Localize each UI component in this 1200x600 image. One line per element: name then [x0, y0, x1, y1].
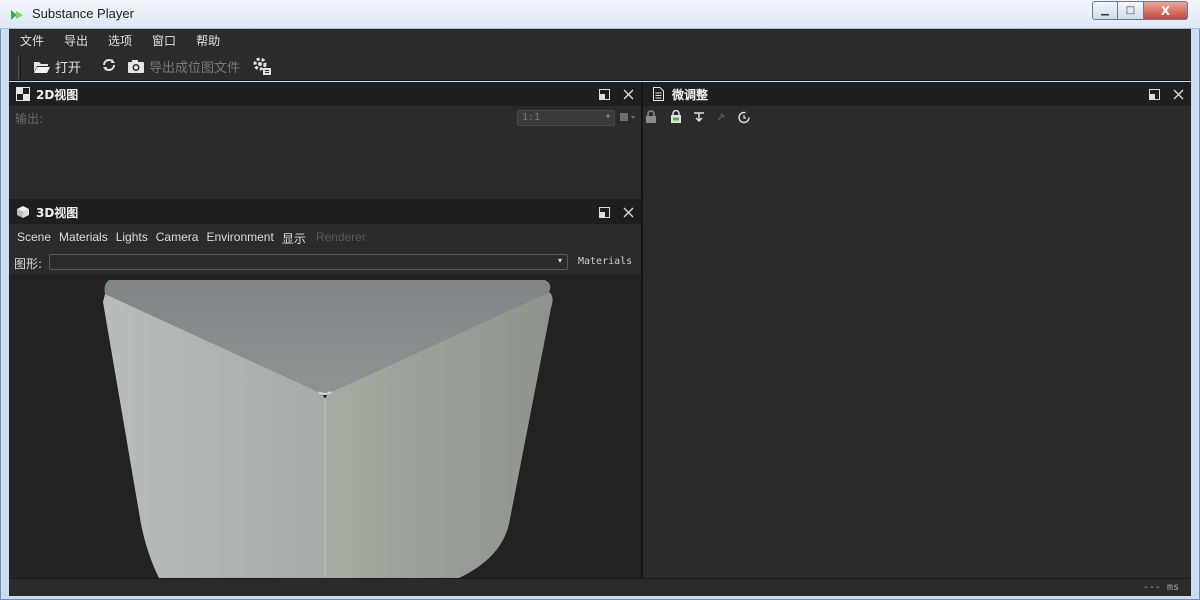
shape-label: 图形: [14, 257, 43, 271]
reset-icon[interactable] [737, 110, 751, 124]
gear-settings-icon [253, 57, 271, 75]
panel-tweaks-title: 微调整 [672, 87, 709, 102]
chevron-down-icon: ▾ [557, 256, 562, 265]
export-bitmap-button[interactable]: 导出成位图文件 [127, 57, 240, 76]
title-bar[interactable]: Substance Player ▁ □ X [0, 0, 1200, 29]
float-window-icon [598, 206, 610, 218]
panel-3d-header[interactable]: 3D视图 [9, 200, 641, 224]
shape-select[interactable]: ▾ [49, 254, 568, 270]
panel-tweaks-close-button[interactable] [1171, 87, 1185, 101]
settings-button[interactable] [251, 55, 273, 77]
2d-view-icon [16, 87, 30, 101]
float-window-icon [1148, 88, 1160, 100]
chevron-down-icon: ▾ [605, 112, 610, 121]
render-time-readout: --- ms [1142, 582, 1179, 593]
folder-open-icon [34, 61, 50, 73]
menu-renderer[interactable]: Renderer [316, 230, 366, 247]
app-logo-icon [11, 10, 23, 20]
document-icon [653, 87, 664, 101]
channel-dropdown-icon[interactable] [619, 112, 637, 124]
toolbar-grip[interactable] [18, 55, 21, 79]
maximize-icon: □ [1125, 5, 1136, 16]
close-icon: X [1160, 3, 1171, 18]
menu-camera[interactable]: Camera [156, 230, 199, 247]
zoom-select-value: 1:1 [522, 112, 541, 123]
refresh-icon [103, 59, 115, 71]
panel-3d-title: 3D视图 [36, 205, 79, 220]
close-icon [1173, 89, 1183, 99]
menu-display[interactable]: 显示 [282, 230, 306, 247]
close-icon [623, 207, 633, 217]
workspace: 2D视图 输出: 1:1 ▾ 3D视图 Scene Materials Ligh… [9, 82, 1191, 578]
minimize-icon: ▁ [1101, 5, 1109, 16]
menu-lights[interactable]: Lights [116, 230, 148, 247]
3d-viewport[interactable] [9, 274, 641, 578]
menu-environment[interactable]: Environment [206, 230, 273, 247]
panel-2d-title: 2D视图 [36, 87, 79, 102]
panel-tweaks-header[interactable]: 微调整 [643, 82, 1191, 106]
open-button-label: 打开 [55, 61, 82, 76]
camera-icon [128, 60, 144, 73]
panel-tweaks-body [643, 106, 1191, 578]
panel-2d-header[interactable]: 2D视图 [9, 82, 641, 106]
pin-icon[interactable] [715, 111, 727, 123]
panel-2d-close-button[interactable] [621, 87, 635, 101]
lock-icon[interactable] [645, 110, 657, 124]
float-window-icon [598, 88, 610, 100]
panel-2d-body: 输出: 1:1 ▾ [9, 106, 641, 199]
refresh-button[interactable] [101, 57, 117, 73]
panel-3d-float-button[interactable] [597, 205, 611, 219]
export-bitmap-label: 导出成位图文件 [149, 61, 241, 76]
panel-3d-controls: Scene Materials Lights Camera Environmen… [9, 224, 641, 274]
window-title: Substance Player [32, 6, 134, 21]
panel-2d-float-button[interactable] [597, 87, 611, 101]
panel-3d-menu: Scene Materials Lights Camera Environmen… [17, 230, 366, 247]
3d-cube-icon [17, 206, 29, 218]
pin-arrow-icon[interactable] [693, 110, 705, 124]
panel-3d-close-button[interactable] [621, 205, 635, 219]
menu-options[interactable]: 选项 [108, 32, 132, 49]
menu-file[interactable]: 文件 [20, 32, 44, 49]
cube-preview [103, 280, 553, 578]
zoom-select[interactable]: 1:1 ▾ [517, 110, 615, 126]
open-button[interactable]: 打开 [33, 57, 81, 76]
randomize-icon[interactable] [669, 110, 683, 124]
window-controls: ▁ □ X [1092, 1, 1188, 21]
menu-window[interactable]: 窗口 [152, 32, 176, 49]
close-icon [623, 89, 633, 99]
menu-materials[interactable]: Materials [59, 230, 108, 247]
materials-button[interactable]: Materials [578, 256, 632, 267]
tweaks-toolbar [645, 110, 751, 124]
panel-tweaks-float-button[interactable] [1147, 87, 1161, 101]
toolbar: 打开 导出成位图文件 [9, 51, 1191, 81]
menu-help[interactable]: 帮助 [196, 32, 220, 49]
menu-export[interactable]: 导出 [64, 32, 88, 49]
output-label: 输出: [15, 112, 44, 126]
minimize-button[interactable]: ▁ [1092, 1, 1118, 20]
status-bar: --- ms [9, 578, 1191, 596]
maximize-button[interactable]: □ [1118, 1, 1144, 20]
close-button[interactable]: X [1144, 1, 1188, 20]
menu-scene[interactable]: Scene [17, 230, 51, 247]
menu-bar: 文件 导出 选项 窗口 帮助 [9, 29, 1191, 51]
